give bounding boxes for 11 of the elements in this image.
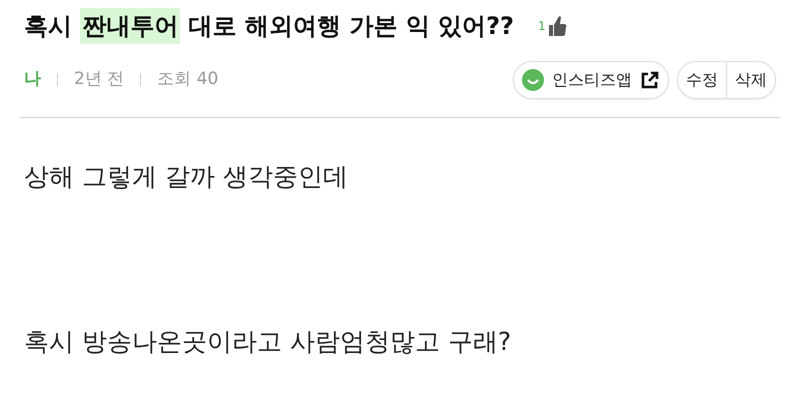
view-count: 조회 40 — [157, 68, 218, 92]
post-time: 2년 전 — [74, 68, 124, 92]
smile-icon — [522, 68, 544, 91]
body-paragraph: 혹시 방송나온곳이라고 사람엄청많고 구래? — [24, 326, 512, 358]
body-paragraph: 상해 그렇게 갈까 생각중인데 — [24, 160, 349, 193]
delete-button[interactable]: 삭제 — [726, 62, 775, 98]
external-link-icon — [640, 70, 660, 90]
like-count: 1 — [538, 18, 546, 36]
thumbs-up-icon[interactable] — [548, 15, 567, 38]
edit-button[interactable]: 수정 — [678, 62, 726, 98]
share-app-button[interactable]: 인스티즈앱 — [513, 60, 669, 99]
